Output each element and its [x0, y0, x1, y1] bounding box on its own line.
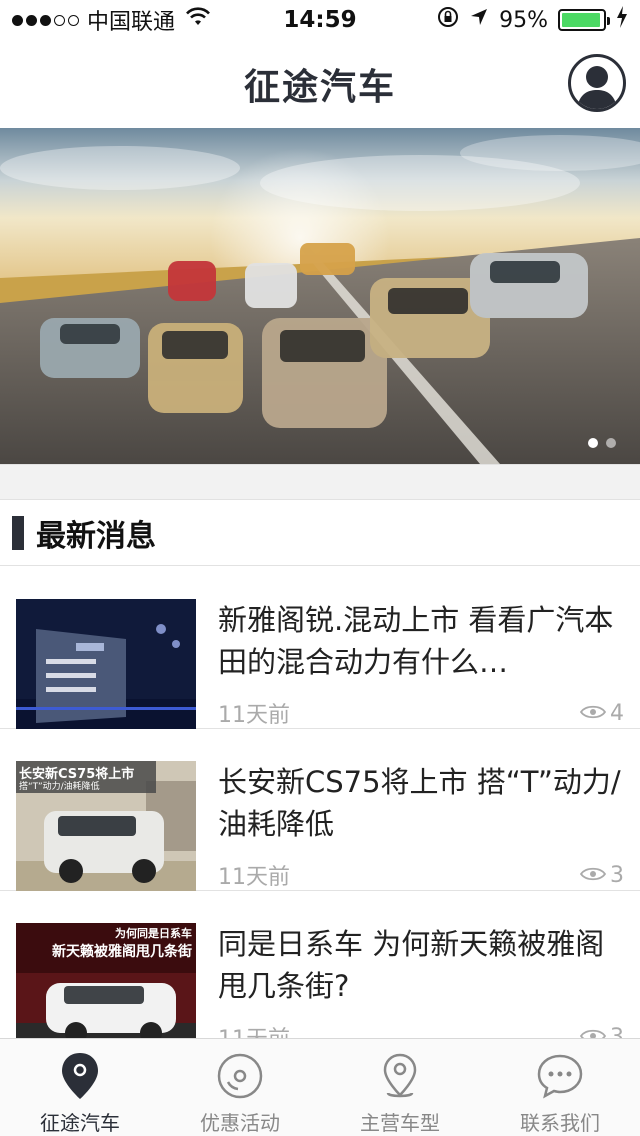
eye-icon [579, 863, 607, 888]
location-arrow-icon [469, 7, 489, 33]
disc-icon [214, 1051, 266, 1101]
news-title: 同是日系车 为何新天籁被雅阁甩几条街? [218, 927, 605, 1003]
section-title: 最新消息 [36, 518, 156, 554]
carousel-dot[interactable] [606, 438, 616, 448]
news-time: 11天前 [218, 703, 290, 728]
section-header: 最新消息 [0, 500, 640, 566]
list-item[interactable]: 为何同是日系车 新天籁被雅阁甩几条街 同是日系车 为何新天籁被雅阁甩几条街? 1… [0, 891, 640, 1038]
map-pin-icon [54, 1051, 106, 1101]
tab-contact[interactable]: 联系我们 [480, 1039, 640, 1136]
news-thumbnail [16, 599, 196, 729]
tab-home[interactable]: 征途汽车 [0, 1039, 160, 1136]
eye-icon [579, 1025, 607, 1038]
charging-bolt-icon [616, 6, 628, 34]
clock-time: 14:59 [283, 7, 357, 33]
tab-label: 征途汽车 [40, 1111, 120, 1135]
carrier-name: 中国联通 [87, 10, 176, 35]
app-header: 征途汽车 [0, 40, 640, 128]
thumb-subcaption: 新天籁被雅阁甩几条街 [52, 944, 192, 960]
page-title: 征途汽车 [243, 67, 396, 108]
view-count: 3 [579, 862, 624, 888]
thumb-subcaption: 搭“T”动力/油耗降低 [19, 782, 100, 792]
news-thumbnail: 长安新CS75将上市 搭“T”动力/油耗降低 [16, 761, 196, 891]
news-time: 11天前 [218, 865, 290, 890]
tab-label: 优惠活动 [200, 1111, 280, 1135]
view-count-value: 3 [610, 1024, 624, 1039]
news-thumbnail: 为何同是日系车 新天籁被雅阁甩几条街 [16, 923, 196, 1038]
eye-icon [579, 701, 607, 726]
list-item[interactable]: 新雅阁锐.混动上市 看看广汽本田的混合动力有什么… 11天前 4 [0, 567, 640, 729]
tab-models[interactable]: 主营车型 [320, 1039, 480, 1136]
list-item[interactable]: 长安新CS75将上市 搭“T”动力/油耗降低 长安新CS75将上市 搭“T”动力… [0, 729, 640, 891]
news-title: 长安新CS75将上市 搭“T”动力/油耗降低 [218, 765, 621, 841]
status-bar: 中国联通 14:59 95% [0, 0, 640, 40]
tab-label: 主营车型 [360, 1111, 440, 1135]
tab-label: 联系我们 [520, 1111, 600, 1135]
carousel-indicator[interactable] [588, 438, 616, 448]
news-time: 11天前 [218, 1021, 290, 1038]
battery-icon [558, 9, 610, 31]
banner-image [0, 128, 640, 464]
location-icon [374, 1051, 426, 1101]
thumb-caption: 为何同是日系车 [115, 927, 192, 940]
battery-percent: 95% [499, 7, 548, 33]
news-list[interactable]: 新雅阁锐.混动上市 看看广汽本田的混合动力有什么… 11天前 4 长安新CS75… [0, 567, 640, 1038]
tab-bar: 征途汽车 优惠活动 主营车型 联系我们 [0, 1038, 640, 1136]
view-count: 3 [579, 1024, 624, 1039]
view-count-value: 3 [610, 862, 624, 888]
carousel-dot[interactable] [588, 438, 598, 448]
tab-promotions[interactable]: 优惠活动 [160, 1039, 320, 1136]
signal-strength-icon [12, 14, 79, 26]
user-avatar-icon[interactable] [568, 54, 626, 112]
view-count: 4 [579, 700, 624, 726]
section-spacer [0, 464, 640, 500]
rotation-lock-icon [437, 6, 459, 34]
wifi-icon [185, 7, 211, 33]
view-count-value: 4 [610, 700, 624, 726]
news-title: 新雅阁锐.混动上市 看看广汽本田的混合动力有什么… [218, 603, 614, 679]
chat-bubble-icon [534, 1051, 586, 1101]
banner-carousel[interactable] [0, 128, 640, 464]
section-accent-bar [12, 515, 24, 550]
